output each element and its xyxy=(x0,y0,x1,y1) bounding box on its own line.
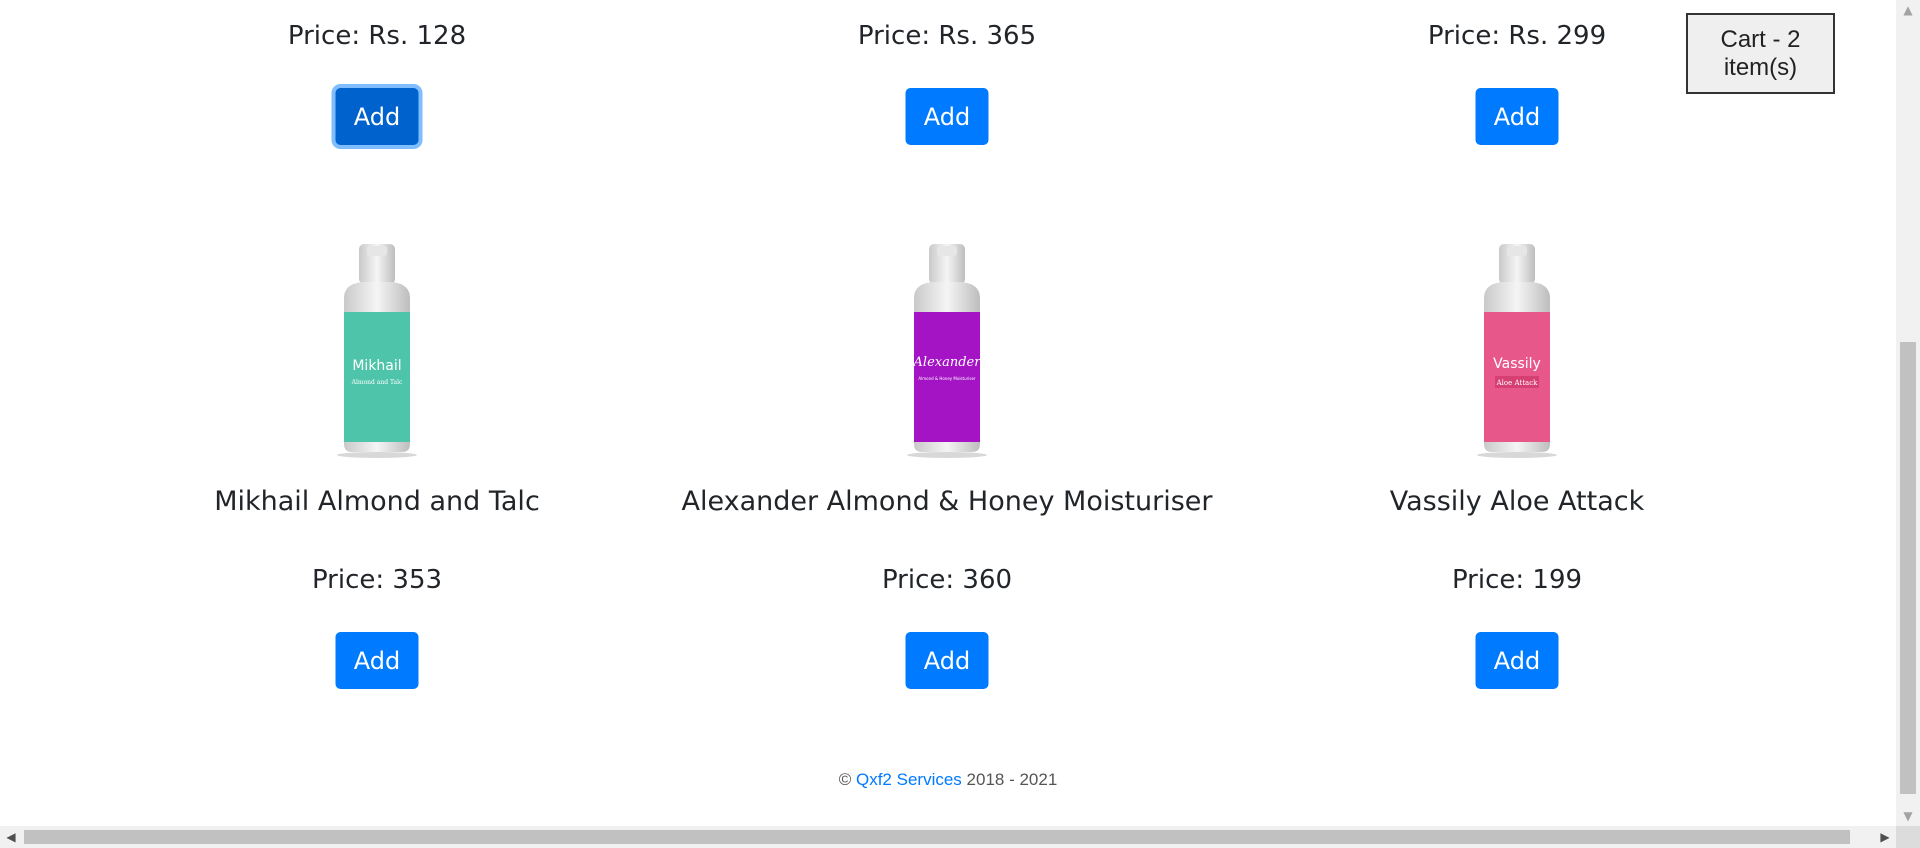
horizontal-scrollbar[interactable]: ◀ ▶ xyxy=(0,826,1896,848)
product-page: Price: Rs. 128 Add Price: Rs. 365 Add Pr… xyxy=(0,0,1896,826)
vertical-scroll-thumb[interactable] xyxy=(1900,342,1916,794)
copyright-symbol: © xyxy=(838,770,852,789)
product-image: Alexander Almond & Honey Moisturiser xyxy=(907,244,987,458)
product-image: Vassily Aloe Attack xyxy=(1477,244,1557,458)
horizontal-scroll-thumb[interactable] xyxy=(24,830,1850,844)
footer: © Qxf2 Services 2018 - 2021 xyxy=(0,770,1896,790)
svg-text:Vassily: Vassily xyxy=(1493,356,1541,372)
svg-text:Almond & Honey Moisturiser: Almond & Honey Moisturiser xyxy=(918,376,976,381)
product-name: Mikhail Almond and Talc xyxy=(214,486,540,517)
scrollbar-corner xyxy=(1896,826,1920,848)
product-name: Alexander Almond & Honey Moisturiser xyxy=(681,486,1213,517)
triangle-up-icon[interactable]: ▲ xyxy=(1896,0,1920,20)
add-button[interactable]: Add xyxy=(335,88,419,145)
add-button[interactable]: Add xyxy=(905,632,989,689)
svg-text:Alexander: Alexander xyxy=(913,355,982,370)
product-price: Price: 199 xyxy=(1451,565,1583,595)
add-button[interactable]: Add xyxy=(905,88,989,145)
product-name: Vassily Aloe Attack xyxy=(1389,486,1645,517)
triangle-down-icon[interactable]: ▼ xyxy=(1896,806,1920,826)
product-price: Price: 353 xyxy=(311,565,443,595)
svg-text:Aloe Attack: Aloe Attack xyxy=(1496,379,1539,387)
add-button[interactable]: Add xyxy=(1475,632,1559,689)
svg-text:Almond and Talc: Almond and Talc xyxy=(351,379,403,386)
svg-text:Mikhail: Mikhail xyxy=(352,358,401,374)
triangle-right-icon[interactable]: ▶ xyxy=(1874,826,1896,848)
product-price: Price: Rs. 128 xyxy=(287,21,467,51)
product-price: Price: 360 xyxy=(881,565,1013,595)
add-button[interactable]: Add xyxy=(335,632,419,689)
triangle-left-icon[interactable]: ◀ xyxy=(0,826,22,848)
copyright-years: 2018 - 2021 xyxy=(966,770,1058,789)
product-price: Price: Rs. 365 xyxy=(857,21,1037,51)
cart-button[interactable]: Cart - 2 item(s) xyxy=(1686,13,1835,94)
vertical-scrollbar[interactable]: ▲ ▼ xyxy=(1896,0,1920,826)
company-link[interactable]: Qxf2 Services xyxy=(856,770,962,789)
product-image: Mikhail Almond and Talc xyxy=(337,244,417,458)
add-button[interactable]: Add xyxy=(1475,88,1559,145)
